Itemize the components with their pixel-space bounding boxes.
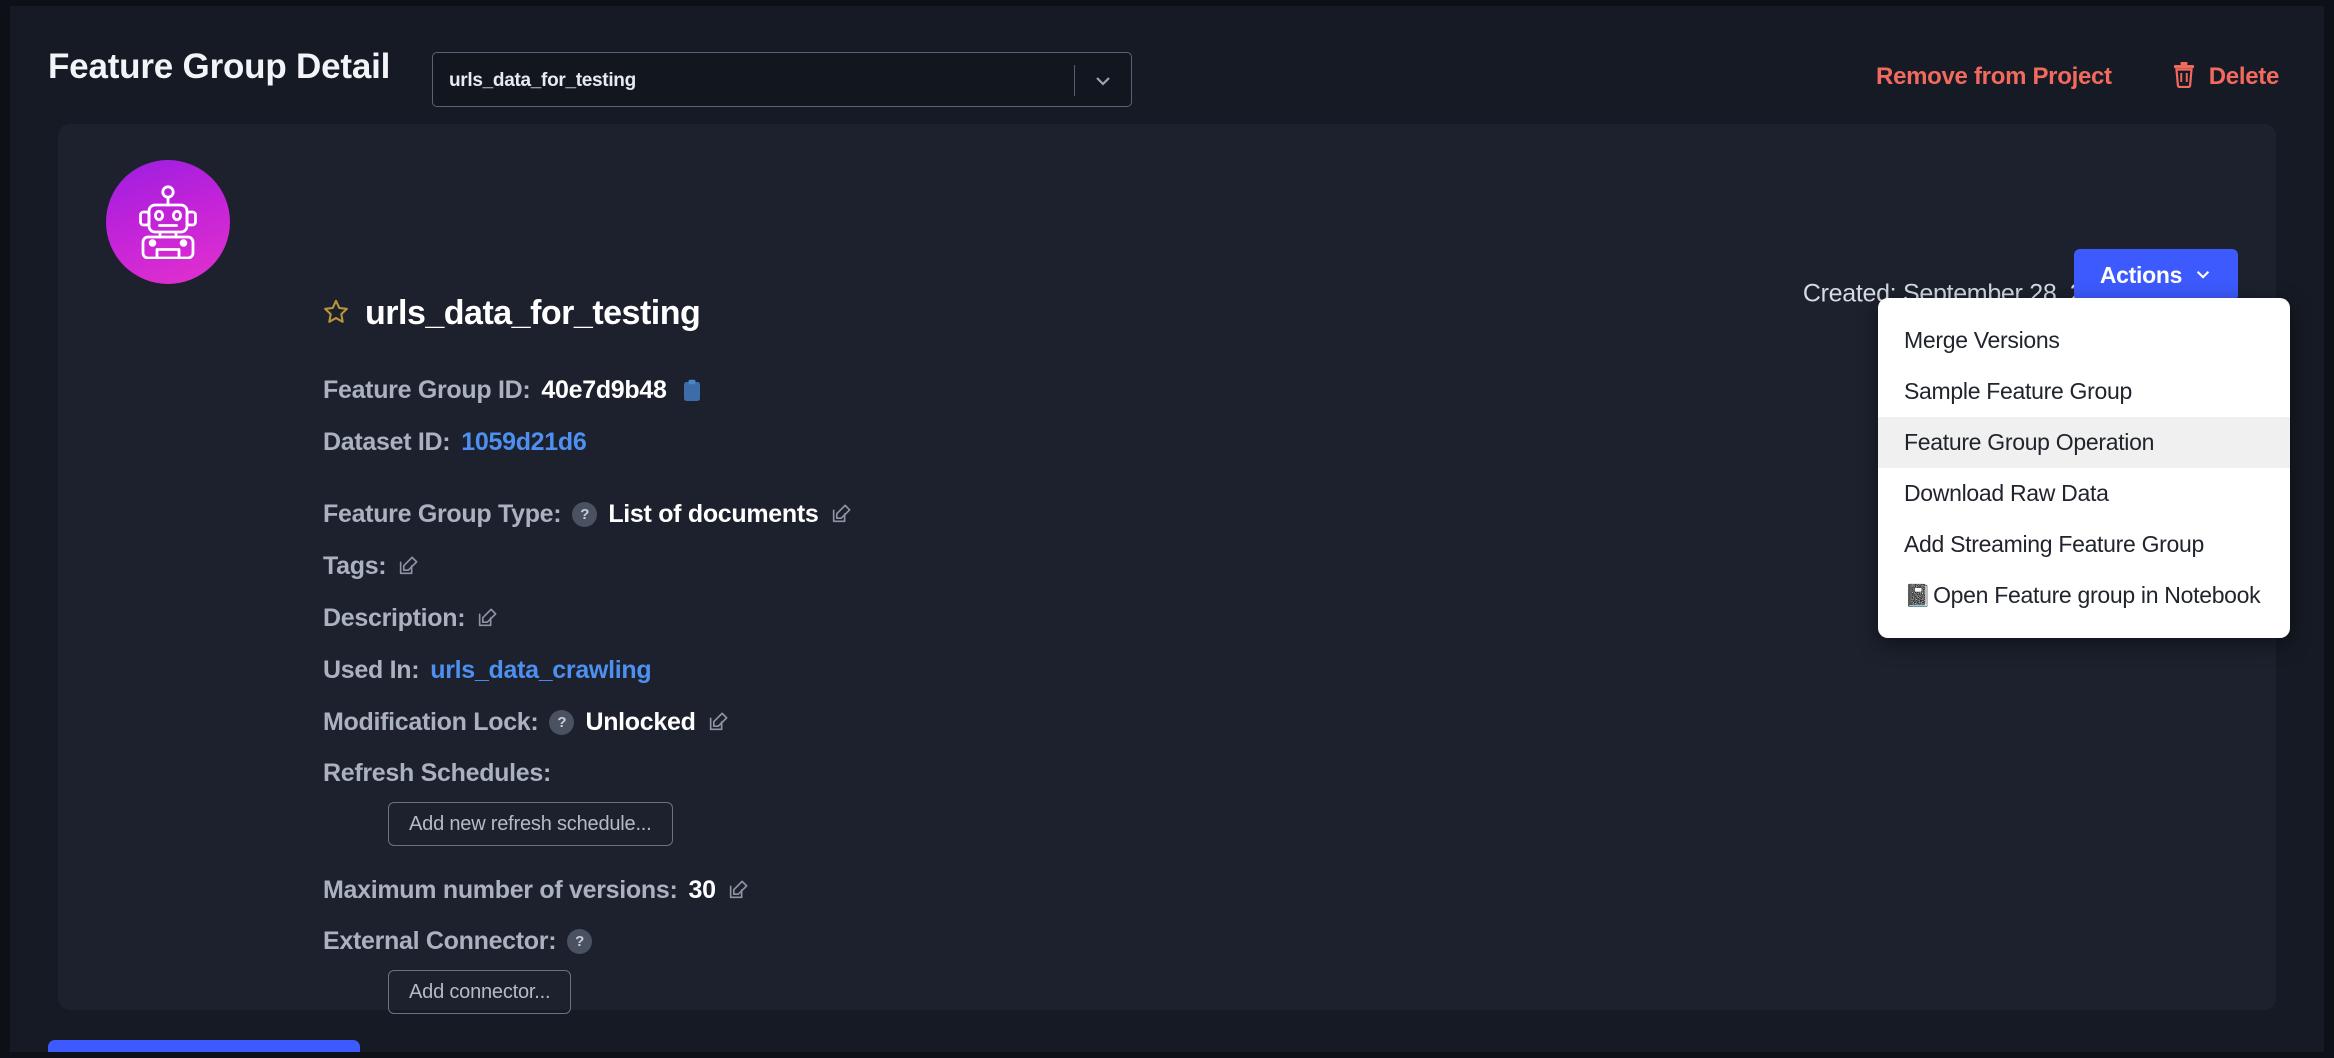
avatar [106, 160, 230, 284]
used-in-value[interactable]: urls_data_crawling [430, 656, 651, 685]
row-add-connector: Add connector... [323, 966, 1823, 1018]
notebook-icon: 📓 [1904, 583, 1931, 609]
row-add-refresh-schedule: Add new refresh schedule... [323, 798, 1823, 850]
copy-icon[interactable] [682, 379, 702, 402]
menu-item-label: Feature Group Operation [1904, 429, 2154, 456]
help-icon[interactable]: ? [572, 502, 597, 527]
delete-label: Delete [2209, 63, 2279, 91]
menu-item-open-in-notebook[interactable]: 📓 Open Feature group in Notebook [1878, 570, 2290, 621]
menu-item-download-raw-data[interactable]: Download Raw Data [1878, 468, 2290, 519]
used-in-label: Used In: [323, 656, 419, 685]
menu-item-add-streaming-feature-group[interactable]: Add Streaming Feature Group [1878, 519, 2290, 570]
dataset-id-value[interactable]: 1059d21d6 [461, 428, 586, 457]
select-divider [1074, 65, 1075, 96]
feature-group-title-row: urls_data_for_testing [323, 294, 700, 333]
description-label: Description: [323, 604, 465, 633]
help-icon[interactable]: ? [549, 710, 574, 735]
row-description: Description: [323, 592, 1823, 644]
page-title: Feature Group Detail [48, 47, 390, 87]
modification-lock-value: Unlocked [585, 708, 695, 737]
menu-item-label: Add Streaming Feature Group [1904, 531, 2204, 558]
menu-item-feature-group-operation[interactable]: Feature Group Operation [1878, 417, 2290, 468]
row-modification-lock: Modification Lock: ? Unlocked [323, 696, 1823, 748]
edit-icon[interactable] [476, 607, 498, 629]
actions-dropdown-menu: Merge Versions Sample Feature Group Feat… [1878, 298, 2290, 638]
feature-group-type-label: Feature Group Type: [323, 500, 561, 529]
spacer [323, 850, 1823, 864]
row-external-connector: External Connector: ? [323, 916, 1823, 966]
feature-group-details: Feature Group ID: 40e7d9b48 Dataset ID: … [323, 364, 1823, 1052]
menu-item-sample-feature-group[interactable]: Sample Feature Group [1878, 366, 2290, 417]
remove-from-project-button[interactable]: Remove from Project [1876, 63, 2112, 91]
help-icon[interactable]: ? [567, 929, 592, 954]
menu-item-label: Merge Versions [1904, 327, 2060, 354]
add-refresh-schedule-button[interactable]: Add new refresh schedule... [388, 802, 673, 846]
feature-group-type-value: List of documents [608, 500, 818, 529]
external-connector-label: External Connector: [323, 927, 556, 956]
menu-item-label: Open Feature group in Notebook [1933, 582, 2260, 609]
max-versions-label: Maximum number of versions: [323, 876, 677, 905]
chevron-down-icon [1093, 71, 1113, 91]
row-dataset-id: Dataset ID: 1059d21d6 [323, 416, 1823, 468]
actions-button-label: Actions [2100, 262, 2182, 289]
footer-primary-button[interactable] [48, 1040, 360, 1052]
menu-item-label: Sample Feature Group [1904, 378, 2132, 405]
max-versions-value: 30 [688, 876, 715, 905]
star-icon[interactable] [323, 298, 349, 329]
chevron-down-icon [2194, 262, 2212, 289]
row-feature-group-id: Feature Group ID: 40e7d9b48 [323, 364, 1823, 416]
tags-label: Tags: [323, 552, 386, 581]
feature-group-select[interactable]: urls_data_for_testing [432, 52, 1132, 107]
feature-group-select-value: urls_data_for_testing [449, 70, 636, 92]
trash-icon [2172, 61, 2196, 93]
row-used-in: Used In: urls_data_crawling [323, 644, 1823, 696]
actions-button[interactable]: Actions [2074, 249, 2238, 301]
app-window: Feature Group Detail urls_data_for_testi… [10, 6, 2324, 1052]
delete-button[interactable]: Delete [2172, 61, 2279, 93]
feature-group-id-value: 40e7d9b48 [541, 376, 666, 405]
spacer [323, 468, 1823, 488]
row-tags: Tags: [323, 540, 1823, 592]
feature-group-id-label: Feature Group ID: [323, 376, 530, 405]
dataset-id-label: Dataset ID: [323, 428, 450, 457]
add-connector-button[interactable]: Add connector... [388, 970, 571, 1014]
refresh-schedules-label: Refresh Schedules: [323, 759, 551, 788]
modification-lock-label: Modification Lock: [323, 708, 538, 737]
row-refresh-schedules: Refresh Schedules: [323, 748, 1823, 798]
row-max-versions: Maximum number of versions: 30 [323, 864, 1823, 916]
menu-item-merge-versions[interactable]: Merge Versions [1878, 315, 2290, 366]
header-actions: Remove from Project Delete [1876, 61, 2279, 93]
menu-item-label: Download Raw Data [1904, 480, 2109, 507]
row-feature-group-type: Feature Group Type: ? List of documents [323, 488, 1823, 540]
edit-icon[interactable] [727, 879, 749, 901]
edit-icon[interactable] [397, 555, 419, 577]
page-header: Feature Group Detail urls_data_for_testi… [10, 6, 2324, 128]
edit-icon[interactable] [707, 711, 729, 733]
edit-icon[interactable] [830, 503, 852, 525]
feature-group-name: urls_data_for_testing [365, 294, 700, 333]
